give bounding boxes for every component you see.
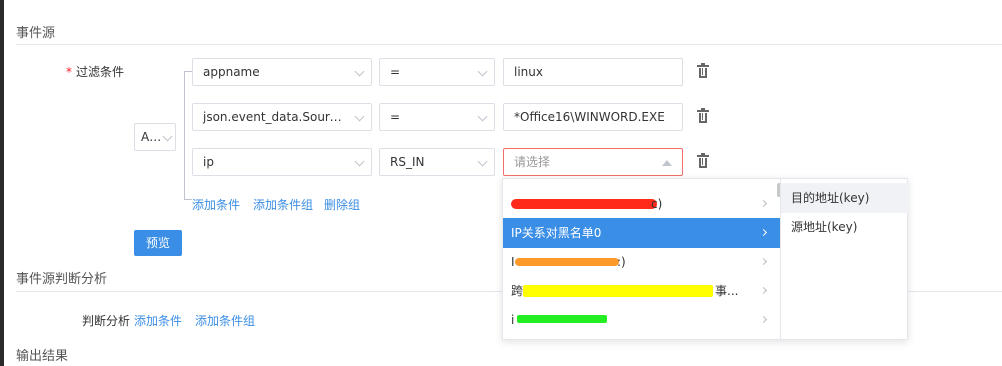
filter-condition-text: 过滤条件 [76,65,125,79]
cascader-menu-level1: c) IP关系对黑名单0 I :) 跨 事... i [503,179,781,339]
value-cascader-select[interactable]: 请选择 [503,148,683,176]
option-prefix: 跨 [511,284,524,298]
operator-select[interactable]: = [379,103,495,131]
section-title-event-source: 事件源 [16,26,56,41]
redaction-mark [515,258,619,266]
cascader-dropdown: c) IP关系对黑名单0 I :) 跨 事... i 目的地址(key) 源地址… [502,178,909,340]
redaction-mark [511,199,657,209]
redaction-mark [517,315,607,323]
preview-button[interactable]: 预览 [134,230,182,256]
left-panel-edge [0,0,4,366]
trash-icon[interactable] [697,108,709,123]
cascader-menu-level2: 目的地址(key) 源地址(key) [781,179,909,339]
delete-group-link[interactable]: 删除组 [324,196,360,213]
chevron-down-icon [354,156,365,167]
chevron-right-icon [759,286,768,295]
field-select[interactable]: json.event_data.SourceIm... [192,103,372,131]
operator-select[interactable]: RS_IN [379,148,495,176]
bracket-tick [184,199,192,200]
field-value: ip [203,155,214,169]
field-select[interactable]: appname [192,58,372,86]
chevron-right-icon [759,199,768,208]
option-label: 事... [715,284,739,298]
field-value: json.event_data.SourceIm... [203,110,371,124]
chevron-right-icon [759,315,768,324]
field-select[interactable]: ip [192,148,372,176]
value-placeholder: 请选择 [514,155,551,169]
section-title-output: 输出结果 [16,349,69,364]
option-prefix: i [511,313,515,327]
cascader-option[interactable]: i [503,305,780,335]
analysis-add-condition-link[interactable]: 添加条件 [134,312,182,329]
operator-value: = [390,110,401,124]
operator-value: = [390,65,401,79]
caret-up-icon [662,160,672,166]
option-label: c) [651,197,663,211]
section-title-event-analysis: 事件源判断分析 [16,272,108,287]
trash-icon[interactable] [697,153,709,168]
cascader-option[interactable]: 跨 事... [503,276,780,306]
operator-value: RS_IN [390,155,425,169]
option-prefix: I [511,255,515,269]
redaction-mark [523,285,713,297]
analysis-label: 判断分析 [82,314,131,328]
chevron-right-icon [759,228,768,237]
operator-select[interactable]: = [379,58,495,86]
option-label: IP关系对黑名单0 [511,226,602,240]
filter-condition-label: * 过滤条件 [66,63,124,80]
chevron-down-icon [354,66,365,77]
option-label: :) [617,255,626,269]
cascader-option-dest-key[interactable]: 目的地址(key) [781,183,909,213]
chevron-down-icon [477,111,488,122]
logic-operator-select[interactable]: AND [134,123,176,151]
cascader-option-src-key[interactable]: 源地址(key) [781,212,909,242]
add-condition-group-link[interactable]: 添加条件组 [253,196,313,213]
value-input[interactable]: *Office16\WINWORD.EXE [503,103,683,131]
cascader-option-selected[interactable]: IP关系对黑名单0 [503,218,780,248]
bracket-tick [184,71,192,72]
add-condition-link[interactable]: 添加条件 [192,196,240,213]
field-value: appname [203,65,260,79]
chevron-right-icon [759,257,768,266]
trash-icon[interactable] [697,63,709,78]
section-divider [16,44,1002,45]
cascader-option[interactable]: c) [503,189,780,219]
required-star-icon: * [66,65,72,79]
value-input[interactable]: linux [503,58,683,86]
analysis-add-condition-group-link[interactable]: 添加条件组 [195,312,255,329]
chevron-down-icon [477,156,488,167]
cascader-option[interactable]: I :) [503,247,780,277]
condition-group-bracket [184,71,185,199]
chevron-down-icon [477,66,488,77]
